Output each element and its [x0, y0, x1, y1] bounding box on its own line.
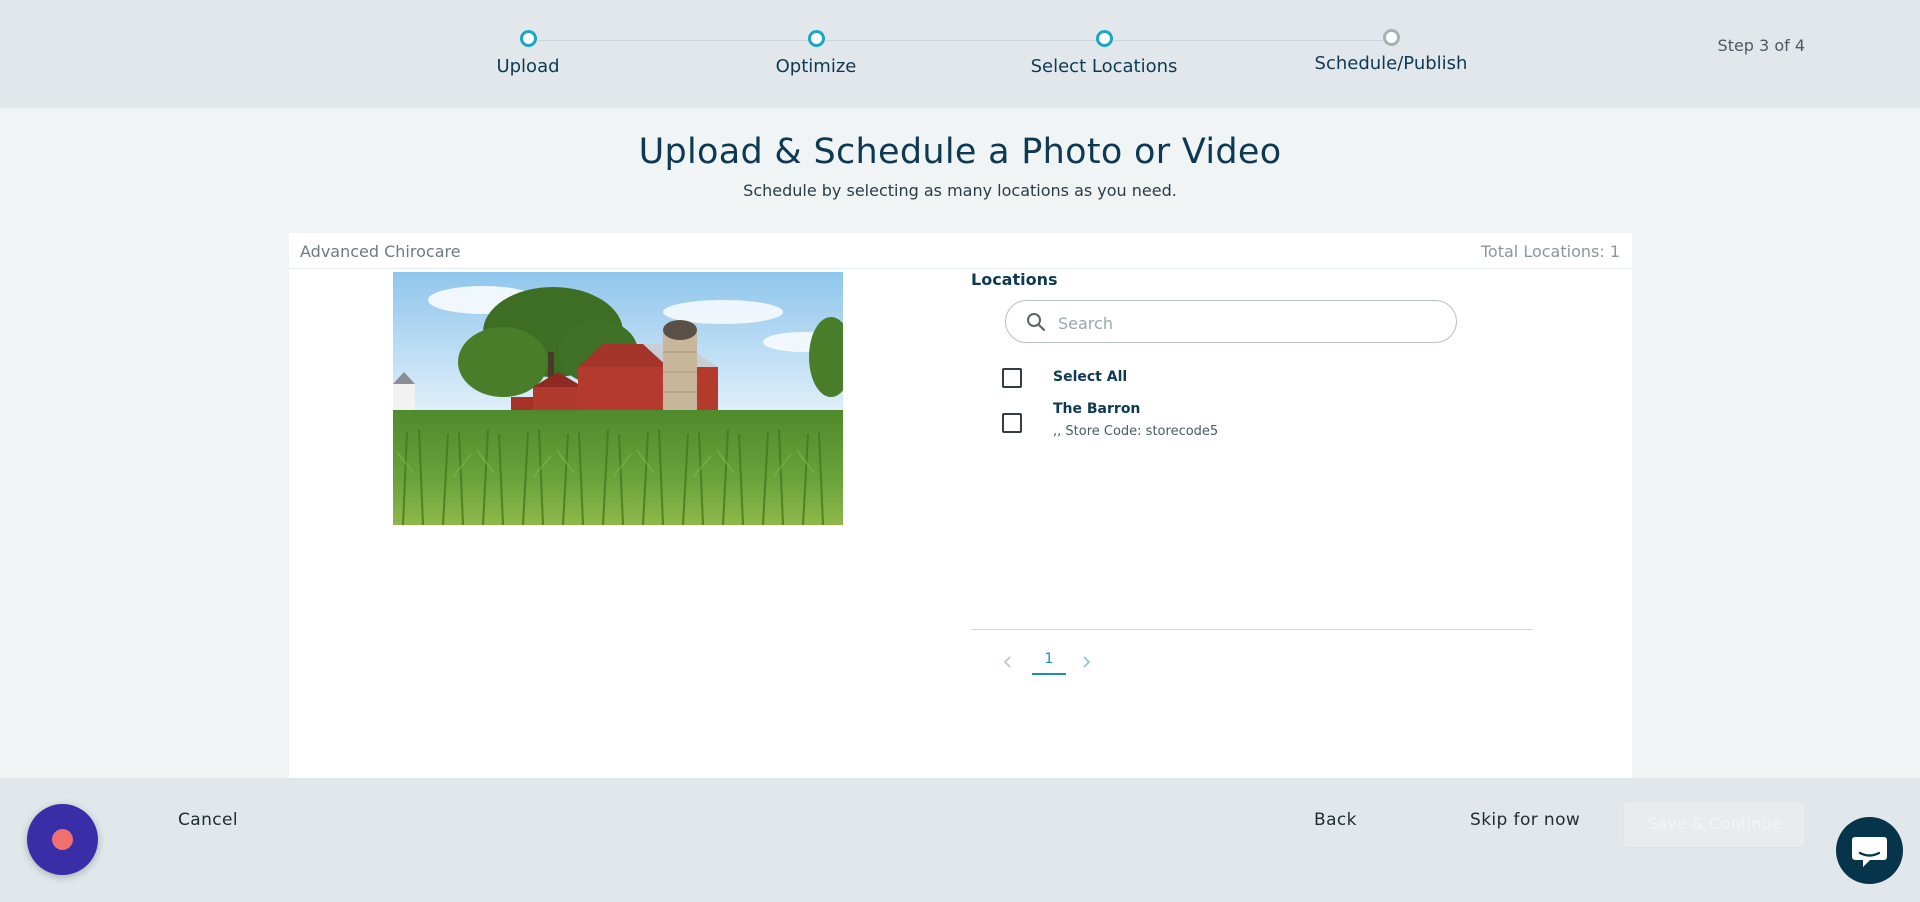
total-locations: Total Locations: 1: [1480, 242, 1620, 261]
step-select-locations[interactable]: Select Locations: [994, 30, 1214, 77]
step-upload[interactable]: Upload: [418, 30, 638, 77]
save-continue-button[interactable]: Save & Continue: [1623, 801, 1806, 848]
location-selection-card: Advanced Chirocare Total Locations: 1 Lo…: [289, 233, 1632, 778]
skip-for-now-button[interactable]: Skip for now: [1470, 810, 1580, 830]
step-label: Select Locations: [1030, 56, 1178, 77]
record-button[interactable]: [27, 804, 98, 875]
step-schedule-publish: Schedule/Publish: [1281, 29, 1501, 74]
chat-launcher-button[interactable]: [1836, 817, 1903, 884]
record-icon: [52, 829, 73, 850]
stepper-track: [528, 40, 1390, 41]
card-header: Advanced Chirocare Total Locations: 1: [289, 233, 1632, 269]
step-pending-icon: [1382, 29, 1400, 46]
pagination-page-1[interactable]: 1: [1032, 651, 1066, 675]
step-label: Optimize: [775, 56, 857, 77]
cancel-button[interactable]: Cancel: [178, 810, 238, 830]
location-store-code: ,, Store Code: storecode5: [1053, 424, 1219, 439]
location-checkbox-the-barron[interactable]: [1002, 413, 1022, 433]
step-optimize[interactable]: Optimize: [706, 30, 926, 77]
step-label: Schedule/Publish: [1314, 53, 1468, 74]
chevron-right-icon[interactable]: [1080, 654, 1092, 670]
step-complete-icon: [807, 30, 825, 47]
chevron-left-icon[interactable]: [1002, 654, 1014, 670]
select-all-label[interactable]: Select All: [1053, 369, 1127, 385]
search-icon: [1027, 313, 1046, 332]
step-current-icon: [1095, 30, 1113, 47]
back-button[interactable]: Back: [1314, 810, 1357, 830]
select-all-checkbox[interactable]: [1002, 368, 1022, 388]
search-input[interactable]: [1056, 310, 1440, 336]
locations-title: Locations: [971, 270, 1058, 289]
location-search-box[interactable]: [1005, 300, 1457, 343]
page-title: Upload & Schedule a Photo or Video: [638, 132, 1282, 172]
stepper-header: Upload Optimize Select Locations Schedul…: [0, 0, 1920, 108]
footer-bar: Cancel Back Skip for now Save & Continue: [0, 778, 1920, 902]
chat-bubble-icon: [1852, 837, 1887, 867]
step-count: Step 3 of 4: [1717, 36, 1805, 55]
list-divider: [971, 629, 1533, 630]
page-subtitle: Schedule by selecting as many locations …: [743, 181, 1177, 200]
account-name: Advanced Chirocare: [300, 242, 461, 261]
location-name[interactable]: The Barron: [1053, 401, 1140, 417]
step-complete-icon: [519, 30, 537, 47]
step-label: Upload: [496, 56, 560, 77]
media-preview-image: [393, 272, 843, 525]
